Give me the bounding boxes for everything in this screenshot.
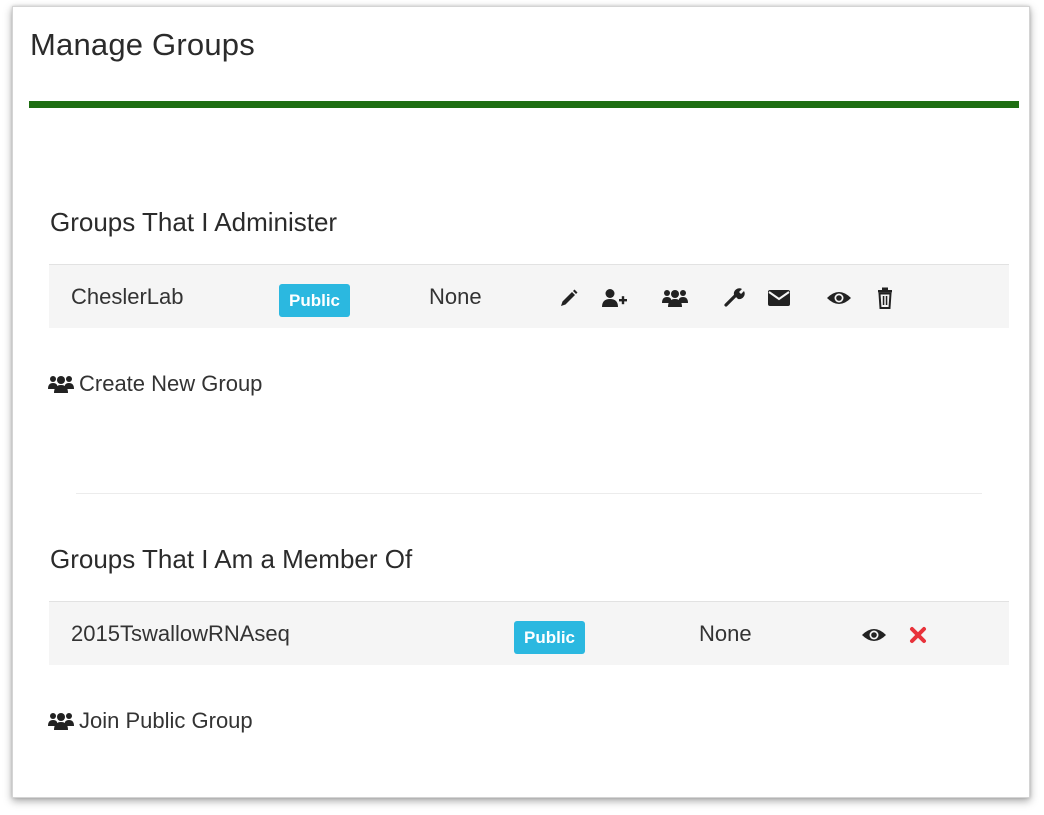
eye-icon[interactable]	[861, 622, 887, 648]
group-name: 2015TswallowRNAseq	[71, 621, 290, 646]
table-row: 2015TswallowRNAseq Public None	[49, 601, 1009, 665]
create-new-group-label: Create New Group	[79, 371, 263, 396]
group-status: None	[429, 284, 482, 309]
wrench-icon[interactable]	[722, 285, 748, 311]
join-public-group-link[interactable]: Join Public Group	[48, 708, 253, 734]
users-icon	[48, 711, 74, 731]
pencil-icon[interactable]	[556, 285, 582, 311]
users-icon	[48, 374, 74, 394]
page-title: Manage Groups	[30, 27, 255, 62]
administer-section-heading: Groups That I Administer	[50, 207, 338, 237]
users-icon[interactable]	[662, 285, 688, 311]
member-section-heading: Groups That I Am a Member Of	[50, 544, 413, 574]
add-user-icon[interactable]	[602, 285, 628, 311]
section-divider	[76, 493, 982, 494]
envelope-icon[interactable]	[766, 285, 792, 311]
join-public-group-label: Join Public Group	[79, 708, 253, 733]
title-underline	[29, 101, 1019, 108]
visibility-badge: Public	[514, 621, 586, 654]
remove-icon[interactable]	[905, 622, 931, 648]
eye-icon[interactable]	[826, 285, 852, 311]
group-name: CheslerLab	[71, 284, 184, 309]
visibility-badge: Public	[279, 284, 351, 317]
trash-icon[interactable]	[872, 285, 898, 311]
manage-groups-panel: Manage Groups Groups That I Administer C…	[12, 6, 1030, 798]
table-row: CheslerLab Public None	[49, 264, 1009, 328]
group-status: None	[699, 621, 752, 646]
create-new-group-link[interactable]: Create New Group	[48, 371, 262, 397]
